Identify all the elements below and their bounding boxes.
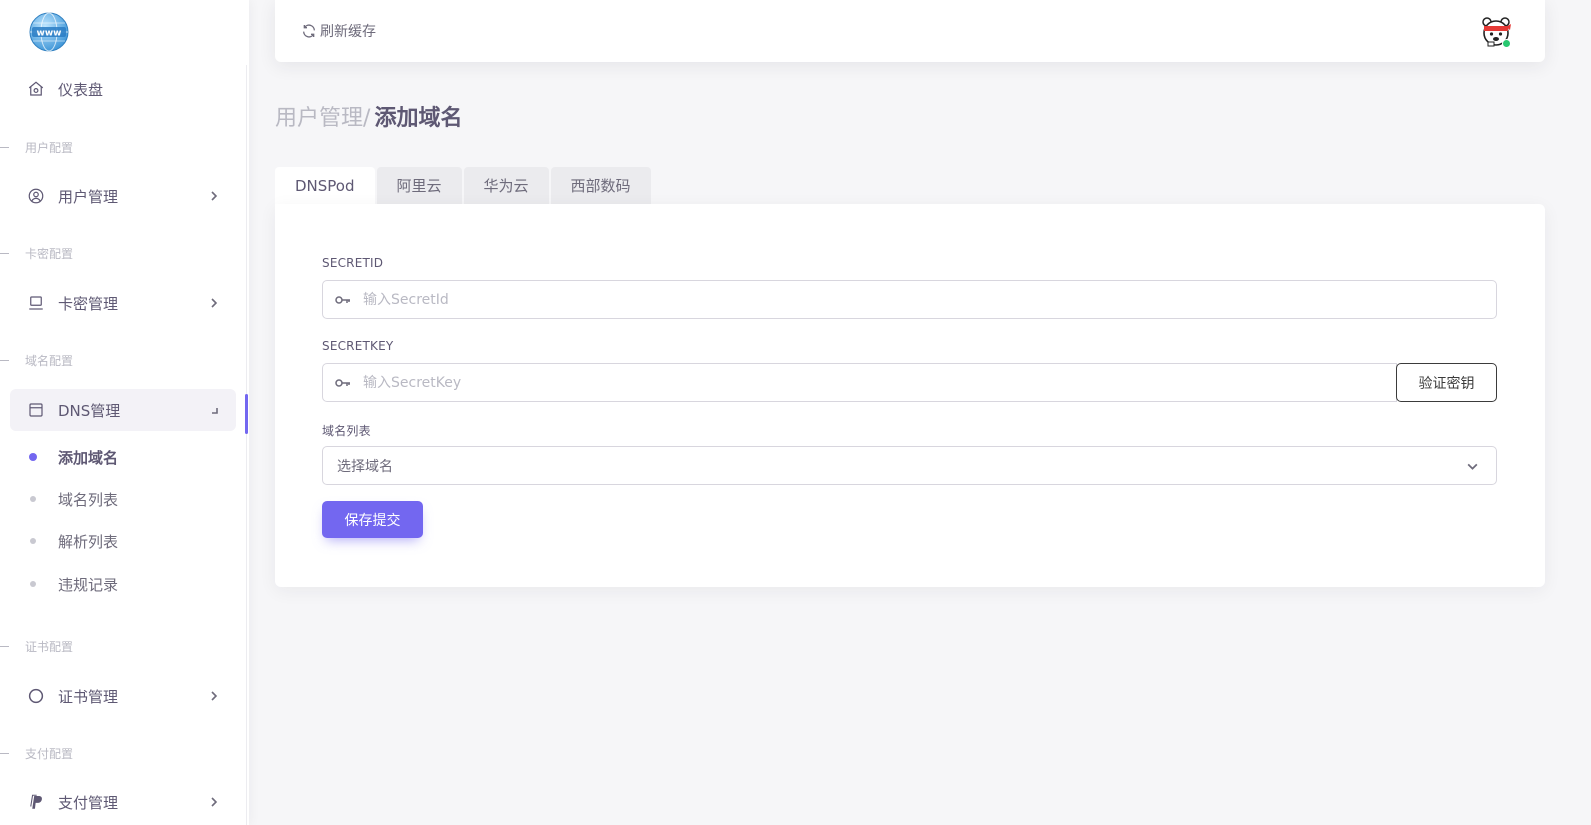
sidebar-subitem-resolve-list[interactable]: 解析列表: [26, 527, 118, 555]
bullet-dot-icon: [29, 453, 37, 461]
section-header-label: 域名配置: [25, 353, 74, 368]
secretid-label: SECRETID: [322, 256, 384, 270]
section-dash: [0, 359, 9, 361]
sidebar-item-card-manage[interactable]: 卡密管理: [10, 282, 236, 324]
window-icon: [26, 400, 46, 420]
chevron-right-icon: [208, 688, 222, 702]
bullet-dot-icon: [30, 496, 36, 502]
section-header-domain-config: 域名配置: [0, 350, 73, 370]
add-domain-card: SECRETID SECRETKEY 验证密钥 域名列表 选择域名 保存提交: [275, 204, 1545, 587]
bullet-dot-icon: [30, 581, 36, 587]
refresh-cache-button[interactable]: 刷新缓存: [301, 21, 376, 41]
sidebar-item-label: 支付管理: [58, 793, 119, 812]
sidebar-item-label: 证书管理: [58, 687, 119, 706]
sidebar-subitem-label: 解析列表: [58, 532, 119, 551]
sidebar: www 仪表盘 用户配置 用户管理 卡密配置 卡密管理 域名配置 DNS管理 添…: [0, 0, 249, 825]
sidebar-subitem-label: 域名列表: [58, 490, 119, 509]
refresh-cache-label: 刷新缓存: [320, 24, 376, 40]
sidebar-scroll-thumb[interactable]: [245, 394, 248, 434]
secretkey-input[interactable]: [363, 364, 1396, 401]
online-status-dot: [1502, 39, 1511, 48]
chevron-down-icon: [208, 402, 222, 416]
provider-tabs: DNSPod 阿里云 华为云 西部数码: [275, 167, 653, 204]
chevron-right-icon: [208, 188, 222, 202]
user-circle-icon: [26, 186, 46, 206]
sidebar-item-user-manage[interactable]: 用户管理: [10, 175, 236, 217]
laptop-icon: [26, 293, 46, 313]
chevron-down-icon: [1466, 460, 1480, 474]
top-navbar: 刷新缓存: [275, 0, 1545, 62]
section-header-label: 用户配置: [25, 140, 74, 155]
circle-icon: [26, 686, 46, 706]
save-submit-button[interactable]: 保存提交: [322, 501, 423, 538]
section-dash: [0, 146, 9, 148]
sidebar-item-label: DNS管理: [58, 401, 121, 420]
key-icon: [323, 281, 363, 318]
breadcrumb-separator: /: [363, 106, 371, 131]
sidebar-subitem-label: 违规记录: [58, 575, 119, 594]
section-header-user-config: 用户配置: [0, 137, 73, 157]
section-dash: [0, 252, 9, 254]
page-title: 添加域名: [374, 106, 463, 131]
bullet-dot-icon: [30, 538, 36, 544]
sidebar-subitem-label: 添加域名: [58, 448, 119, 467]
sidebar-item-dashboard[interactable]: 仪表盘: [10, 68, 236, 110]
section-header-label: 证书配置: [25, 639, 74, 654]
domain-select[interactable]: 选择域名: [322, 446, 1497, 485]
refresh-icon: [303, 24, 315, 38]
sidebar-subitem-violation-records[interactable]: 违规记录: [26, 570, 118, 598]
section-header-card-config: 卡密配置: [0, 243, 73, 263]
www-globe-logo-icon[interactable]: www: [29, 12, 69, 52]
breadcrumb-parent[interactable]: 用户管理: [275, 100, 363, 132]
sidebar-item-dns-manage[interactable]: DNS管理: [10, 389, 236, 431]
sidebar-subitem-add-domain[interactable]: 添加域名: [26, 443, 118, 471]
secretid-input[interactable]: [363, 281, 1496, 318]
paypal-icon: [26, 792, 46, 812]
tab-aliyun[interactable]: 阿里云: [376, 167, 462, 204]
sidebar-scroll-track[interactable]: [246, 65, 247, 825]
section-header-cert-config: 证书配置: [0, 636, 73, 656]
breadcrumb: 用户管理 / 添加域名: [275, 100, 462, 132]
svg-text:www: www: [37, 29, 62, 39]
sidebar-item-pay-manage[interactable]: 支付管理: [10, 781, 236, 823]
secretkey-label: SECRETKEY: [322, 339, 394, 353]
sidebar-item-label: 仪表盘: [58, 80, 104, 99]
user-avatar[interactable]: [1479, 15, 1513, 49]
secretkey-input-group: [322, 363, 1397, 402]
section-dash: [0, 752, 9, 754]
section-header-label: 卡密配置: [25, 246, 74, 261]
sidebar-item-label: 用户管理: [58, 187, 119, 206]
sidebar-subitem-domain-list[interactable]: 域名列表: [26, 485, 118, 513]
key-icon: [323, 364, 363, 401]
tab-huaweicloud[interactable]: 华为云: [463, 167, 549, 204]
chevron-right-icon: [208, 295, 222, 309]
home-icon: [26, 79, 46, 99]
section-header-pay-config: 支付配置: [0, 743, 73, 763]
sidebar-item-cert-manage[interactable]: 证书管理: [10, 675, 236, 717]
domain-list-label: 域名列表: [322, 424, 371, 438]
tab-dnspod[interactable]: DNSPod: [275, 167, 375, 204]
section-dash: [0, 645, 9, 647]
secretid-input-group: [322, 280, 1497, 319]
sidebar-item-label: 卡密管理: [58, 294, 119, 313]
domain-select-value: 选择域名: [337, 458, 393, 475]
verify-key-button[interactable]: 验证密钥: [1396, 363, 1497, 402]
tab-west-digital[interactable]: 西部数码: [550, 167, 651, 204]
section-header-label: 支付配置: [25, 746, 74, 761]
chevron-right-icon: [208, 794, 222, 808]
